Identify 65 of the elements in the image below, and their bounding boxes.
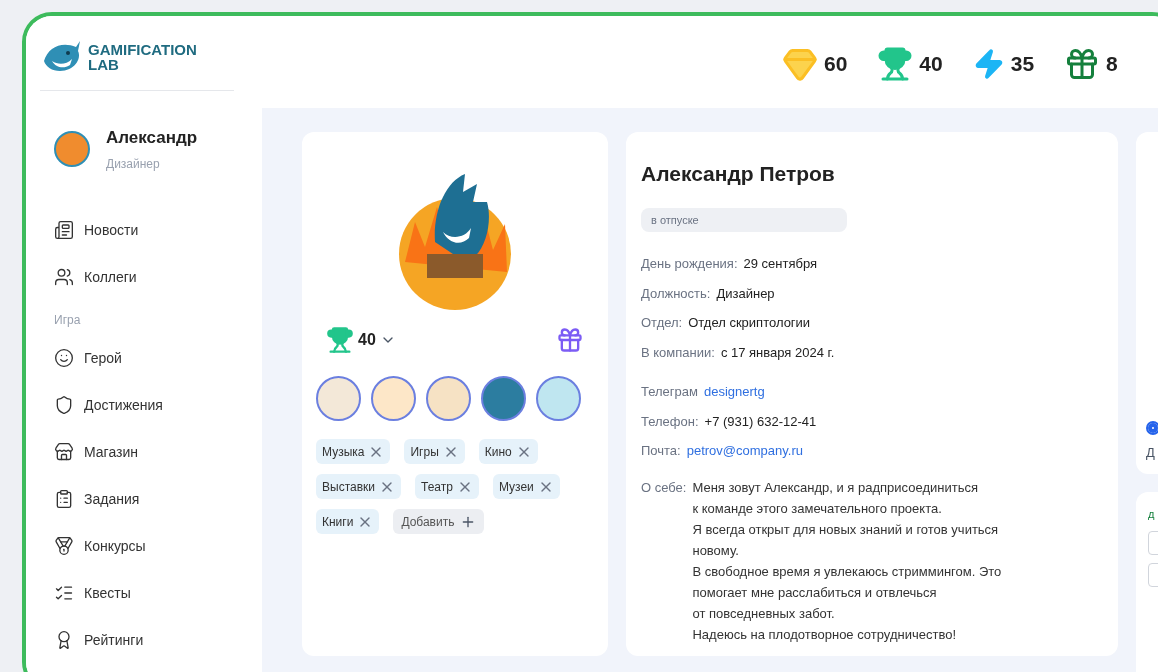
- field-label: В компании:: [641, 343, 715, 362]
- achievement-badge[interactable]: [536, 376, 581, 421]
- field-value: Дизайнер: [716, 284, 775, 303]
- counter-value: 60: [824, 51, 848, 78]
- side-card-text: Д: [1146, 443, 1156, 462]
- list-icon: [54, 583, 74, 603]
- field-value: Отдел скриптологии: [688, 314, 811, 332]
- clipboard-icon: [54, 489, 74, 509]
- field-label: Отдел:: [641, 314, 683, 332]
- side-card-text: д: [1148, 507, 1156, 522]
- nav-item[interactable]: Квесты: [54, 569, 248, 617]
- user-name: Александр: [106, 127, 198, 149]
- people-icon: [54, 267, 74, 287]
- interest-tag: Кино: [478, 439, 538, 464]
- nav-item[interactable]: Задания: [54, 475, 248, 523]
- radio-button[interactable]: [1146, 420, 1158, 435]
- logo-text: GAMIFICATION LAB: [88, 42, 197, 72]
- nav-item[interactable]: Герой: [54, 334, 248, 382]
- medal-icon: [54, 536, 74, 556]
- interest-tag: Книги: [316, 509, 380, 534]
- user-role: Дизайнер: [106, 155, 161, 173]
- status-bubble: в отпуске: [641, 207, 847, 232]
- contact-link[interactable]: petrov@company.ru: [686, 441, 803, 461]
- nav-item[interactable]: Конкурсы: [54, 522, 248, 570]
- field-value: 29 сентября: [743, 255, 818, 273]
- trophy-icon: [877, 46, 914, 82]
- add-tag-button[interactable]: Добавить: [393, 509, 485, 534]
- contact-link[interactable]: designertg: [703, 382, 765, 402]
- field-label: О себе:: [641, 478, 687, 497]
- field-label: Телефон:: [641, 412, 699, 431]
- interest-tag: Выставки: [316, 474, 401, 499]
- trophy-dropdown[interactable]: 40: [326, 326, 396, 354]
- smiley-icon: [54, 348, 74, 368]
- nav-item[interactable]: Новости: [54, 206, 248, 254]
- field-label: Телеграм: [641, 383, 698, 401]
- achievement-badge[interactable]: [426, 376, 471, 421]
- counter-value: 40: [919, 51, 943, 78]
- gift-icon[interactable]: [556, 326, 584, 354]
- field-value: с 17 января 2024 г.: [720, 343, 835, 362]
- nav-item[interactable]: Достижения: [54, 381, 248, 429]
- user-avatar: [54, 130, 90, 167]
- newspaper-icon: [54, 220, 74, 240]
- nav-item[interactable]: Рейтинги: [54, 616, 248, 664]
- nav-item[interactable]: Коллеги: [54, 253, 248, 301]
- field-value: +7 (931) 632-12-41: [704, 412, 817, 431]
- nav-item[interactable]: Магазин: [54, 428, 248, 476]
- achievement-badge[interactable]: [371, 376, 416, 421]
- achievement-badge[interactable]: [481, 376, 526, 421]
- trophy-icon: [326, 326, 354, 354]
- profile-name: Александр Петров: [641, 161, 836, 187]
- field-label: Почта:: [641, 442, 681, 460]
- store-icon: [54, 442, 74, 462]
- interest-tag: Музеи: [492, 474, 560, 499]
- achievement-badge[interactable]: [316, 376, 361, 421]
- counter-value: 35: [1010, 51, 1035, 78]
- field-label: Должность:: [641, 284, 711, 303]
- field-label: День рождения:: [641, 255, 738, 273]
- interest-tag: Театр: [415, 474, 479, 499]
- shield-icon: [54, 395, 74, 415]
- diamond-icon: [782, 46, 818, 82]
- counter-value: 8: [1106, 51, 1118, 78]
- interest-tag: Музыка: [316, 439, 391, 464]
- about-text: Меня зовут Александр, и я радприсоединиться к команде этого замечательного проекта. Я всегда открыт для новых знаний и готов учиться новому. В свободное время я увлекаюсь стриммингом. Это помогает мне расслабиться и отвлечься от повседневных забот. Надеюсь на плодотворное сотрудничество!: [692, 478, 1002, 644]
- interest-tag: Игры: [404, 439, 465, 464]
- nav-section-label: Игра: [54, 311, 82, 329]
